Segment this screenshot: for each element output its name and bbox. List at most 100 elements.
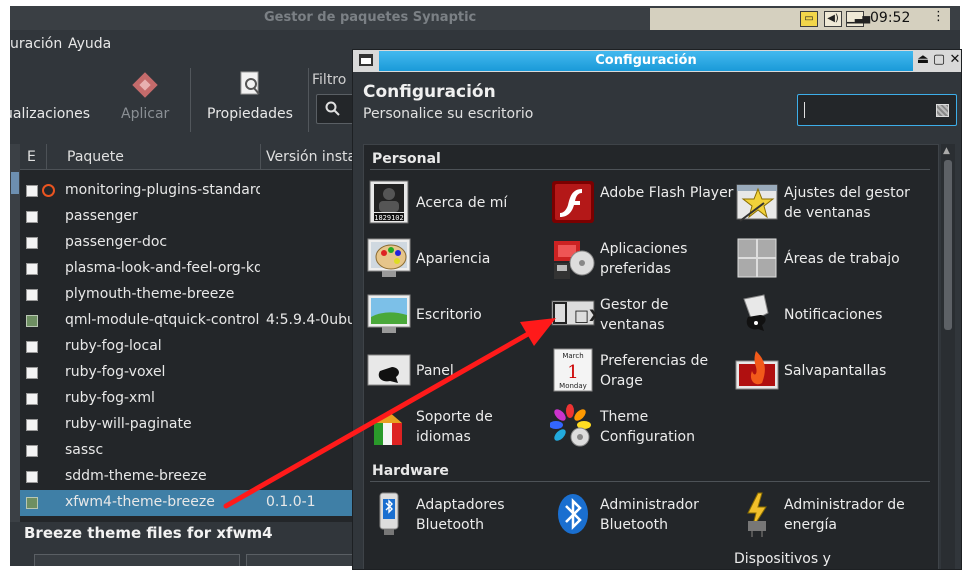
maximize-icon[interactable]: ▢ [932,52,946,68]
item-label: Notificaciones [784,307,883,323]
package-name: monitoring-plugins-standard [65,182,260,198]
package-checkbox[interactable] [26,445,38,457]
table-row[interactable]: monitoring-plugins-standard [20,178,360,204]
table-row[interactable]: plasma-look-and-feel-org-kde [20,256,360,282]
package-checkbox[interactable] [26,237,38,249]
settings-window: Configuración ⏏ ▢ ✕ Configuración Person… [352,49,962,570]
folder-icon[interactable]: ▭ [800,11,818,27]
package-checkbox[interactable] [26,185,38,197]
table-row[interactable]: qml-module-qtquick-controls 4:5.9.4-0ubu… [20,308,360,334]
settings-scrollbar[interactable]: ▲ [941,144,955,569]
settings-item-panel[interactable]: Panel [366,345,550,399]
bluetooth-adapter-icon [379,492,399,535]
package-name: ruby-will-paginate [65,416,192,432]
settings-item-bluetooth-adapters[interactable]: Adaptadores Bluetooth [366,489,550,543]
settings-item-devices[interactable]: Dispositivos y [734,543,918,569]
table-row[interactable]: sassc [20,438,360,464]
package-table-header: E Paquete Versión insta [20,144,360,170]
column-status[interactable]: E [27,149,36,165]
table-row[interactable]: plymouth-theme-breeze [20,282,360,308]
tray-more-icon[interactable]: ⋮ [932,9,945,24]
menu-configuracion[interactable]: uración [10,36,62,52]
settings-titlebar[interactable]: Configuración ⏏ ▢ ✕ [353,50,961,72]
table-row[interactable]: passenger [20,204,360,230]
palette-icon [367,238,411,277]
text-caret [804,102,805,118]
clock[interactable]: 09:52 [870,10,910,26]
table-row-selected[interactable]: xfwm4-theme-breeze 0.1.0-1 [20,490,360,516]
column-installed-version[interactable]: Versión insta [266,149,356,165]
package-list-scrollbar[interactable] [10,144,20,522]
calendar-weekday: Monday [559,382,587,390]
network-signal-icon[interactable]: ▁▃▅ [846,11,870,27]
settings-item-bluetooth-manager[interactable]: Administrador Bluetooth [550,489,734,543]
table-row[interactable]: ruby-fog-local [20,334,360,360]
table-row[interactable]: sddm-theme-breeze [20,464,360,490]
properties-button[interactable]: Propiedades [202,62,302,136]
package-name: xfwm4-theme-breeze [65,494,215,510]
settings-item-window-tweaks[interactable]: Ajustes del gestor de ventanas [734,177,918,231]
package-checkbox[interactable] [26,289,38,301]
table-row[interactable]: ruby-fog-voxel [20,360,360,386]
package-checkbox[interactable] [26,419,38,431]
preferred-apps-icon [554,241,595,279]
table-row[interactable]: ruby-will-paginate [20,412,360,438]
settings-item-orage[interactable]: March 1 Monday Preferencias de Orage [550,345,734,399]
user-card-number: 1829102 [374,214,404,222]
package-checkbox[interactable] [26,211,38,223]
calendar-month: March [562,352,583,360]
settings-item-desktop[interactable]: Escritorio [366,289,550,343]
package-name: passenger-doc [65,234,168,250]
settings-item-theme-config[interactable]: Theme Configuration [550,401,734,455]
close-icon[interactable]: ✕ [948,52,961,68]
flash-icon [552,181,594,223]
package-version: 0.1.0-1 [266,494,316,510]
settings-item-language[interactable]: Soporte de idiomas [366,401,550,455]
settings-item-screensaver[interactable]: Salvapantallas [734,345,918,399]
settings-item-workspaces[interactable]: Áreas de trabajo [734,233,918,287]
settings-item-about-me[interactable]: 1829102 Acerca de mí [366,177,550,231]
item-label: Theme Configuration [600,409,695,445]
package-checkbox[interactable] [26,497,38,509]
settings-heading: Configuración [363,82,496,102]
scrollbar-thumb[interactable] [11,172,19,194]
table-row[interactable]: passenger-doc [20,230,360,256]
settings-item-flash[interactable]: Adobe Flash Player [550,177,734,231]
package-checkbox[interactable] [26,367,38,379]
section-hardware-title: Hardware [372,463,449,479]
apply-button[interactable]: Aplicar [114,62,178,136]
clear-icon[interactable] [936,104,949,117]
package-checkbox[interactable] [26,315,38,327]
package-checkbox[interactable] [26,393,38,405]
item-label: Aplicaciones preferidas [600,241,688,277]
menu-ayuda[interactable]: Ayuda [68,36,111,52]
updates-button[interactable]: ualizaciones [10,62,100,136]
synaptic-titlebar[interactable]: Gestor de paquetes Synaptic ▭ ◀) ▁▃▅ 09:… [10,6,960,30]
item-label: Apariencia [416,251,491,267]
package-checkbox[interactable] [26,263,38,275]
filter-search-box[interactable] [316,94,356,124]
package-checkbox[interactable] [26,341,38,353]
settings-item-appearance[interactable]: Apariencia [366,233,550,287]
shade-icon[interactable]: ⏏ [916,52,930,68]
settings-item-notifications[interactable]: Notificaciones [734,289,918,343]
panel-icon [367,354,411,386]
column-package[interactable]: Paquete [67,149,124,165]
settings-subheading: Personalice su escritorio [363,106,534,122]
package-name: ruby-fog-voxel [65,364,166,380]
description-tab[interactable] [246,554,356,566]
window-menu-icon[interactable] [359,54,373,66]
volume-icon[interactable]: ◀) [824,11,842,27]
settings-item-preferred-apps[interactable]: Aplicaciones preferidas [550,233,734,287]
description-tab[interactable] [34,554,240,566]
section-divider [370,169,930,170]
scrollbar-thumb[interactable] [944,160,952,330]
package-checkbox[interactable] [26,471,38,483]
settings-item-window-manager[interactable]: □X Gestor de ventanas [550,289,734,343]
table-row[interactable]: ruby-fog-xml [20,386,360,412]
settings-search-input[interactable] [797,94,957,126]
apply-label: Aplicar [121,106,170,122]
settings-item-power-manager[interactable]: Administrador de energía [734,489,918,543]
scroll-up-icon[interactable]: ▲ [943,146,950,156]
power-icon [747,492,767,537]
